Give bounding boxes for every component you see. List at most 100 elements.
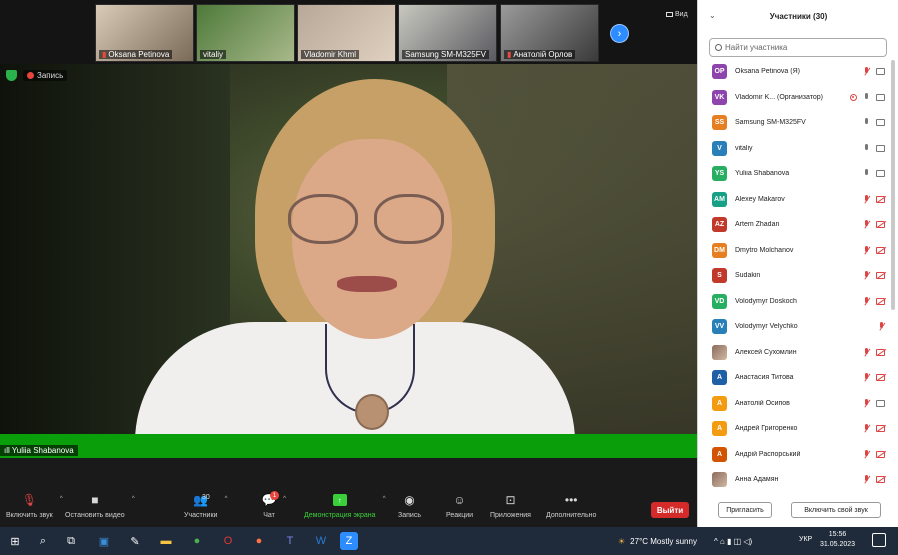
participant-row[interactable]: AZ Artem Zhadan — [698, 212, 898, 238]
participant-row[interactable]: VD Volodymyr Doskoch — [698, 289, 898, 315]
video-icon — [876, 144, 885, 152]
reactions-button[interactable]: ☺ Реакции — [446, 493, 473, 519]
stop-video-button[interactable]: ■ ^ Остановить видео — [65, 493, 135, 519]
video-off-icon — [876, 221, 885, 229]
apps-icon: ⊡ — [505, 493, 516, 507]
participant-row[interactable]: Алексей Сухомлин — [698, 340, 898, 366]
participants-button[interactable]: 👥 30 ^ Участники — [184, 493, 227, 519]
participant-status-icons — [863, 220, 885, 229]
thumbnail-4[interactable]: Samsung SM-M325FV — [398, 4, 497, 62]
mic-icon — [863, 143, 870, 153]
mic-muted-icon — [863, 424, 870, 433]
participant-row[interactable]: A Андрей Григоренко — [698, 416, 898, 442]
participant-row[interactable]: Анна Адамян — [698, 467, 898, 491]
panel-scrollbar[interactable] — [891, 60, 895, 310]
firefox-icon[interactable]: ● — [250, 532, 268, 550]
word-icon[interactable]: W — [312, 532, 330, 550]
search-icon[interactable]: ⌕ — [34, 532, 52, 550]
avatar: DM — [712, 242, 727, 258]
windows-taskbar: ⊞ ⌕ ⧉ ▣ ✎ ▬ ● O ● T W Z ☀ 27°C Mostly su… — [0, 527, 898, 555]
participants-panel: ⌄ Участники (30) Найти участника OP Oksan… — [697, 0, 898, 527]
folder-icon[interactable]: ▬ — [157, 532, 175, 550]
record-button[interactable]: ◉ Запись — [398, 493, 421, 519]
thumbnail-2[interactable]: vitaliy — [196, 4, 295, 62]
next-page-button[interactable]: › — [610, 24, 629, 43]
mic-muted-icon — [878, 322, 885, 331]
tray-icons[interactable]: ^ ⌂ ▮ ◫ ◁) — [714, 537, 752, 546]
leave-button[interactable]: Выйти — [651, 502, 689, 518]
chevron-up-icon[interactable]: ^ — [60, 496, 63, 502]
thumbnail-1[interactable]: ▮ Oksana Petinova — [95, 4, 194, 62]
panel-footer: Пригласить Включить свой звук — [698, 496, 898, 527]
speaker-name-label: ıll Yuliia Shabanova — [0, 445, 78, 456]
chevron-up-icon[interactable]: ^ — [225, 496, 228, 502]
active-speaker-video — [0, 64, 697, 434]
weather-label[interactable]: 27°C Mostly sunny — [630, 537, 697, 546]
clock[interactable]: 15:56 31.05.2023 — [820, 530, 855, 550]
chrome-icon[interactable]: ● — [188, 532, 206, 550]
participant-row[interactable]: YS Yuliia Shabanova — [698, 161, 898, 187]
avatar: A — [712, 421, 727, 437]
unmute-button[interactable]: 🎙 ^ Включить звук — [6, 493, 63, 519]
language-indicator[interactable]: УКР — [799, 536, 812, 543]
gallery-strip: ▮ Oksana Petinova vitaliy Vladomir Khml S… — [0, 0, 697, 64]
participant-status-icons — [863, 475, 885, 484]
chevron-up-icon[interactable]: ^ — [383, 496, 386, 502]
participant-status-icons — [863, 271, 885, 280]
store-icon[interactable]: ▣ — [95, 532, 113, 550]
avatar: OP — [712, 64, 727, 80]
paint-icon[interactable]: ✎ — [126, 532, 144, 550]
opera-icon[interactable]: O — [219, 532, 237, 550]
video-icon — [876, 170, 885, 178]
mic-icon — [863, 118, 870, 127]
participant-row[interactable]: VK Vladomir K... (Организатор) — [698, 85, 898, 111]
video-camera-icon: ■ — [91, 493, 99, 507]
thumbnail-3[interactable]: Vladomir Khml — [297, 4, 396, 62]
participant-status-icons — [863, 245, 885, 255]
task-view-icon[interactable]: ⧉ — [62, 532, 80, 550]
mic-muted-icon — [863, 220, 870, 229]
panel-header: ⌄ Участники (30) — [698, 0, 898, 34]
teams-icon[interactable]: T — [281, 532, 299, 550]
participant-search-input[interactable]: Найти участника — [709, 38, 887, 57]
meeting-status: Запись — [6, 70, 68, 81]
mic-muted-icon: 🎙 — [21, 493, 37, 507]
zoom-app-icon[interactable]: Z — [340, 532, 358, 550]
more-button[interactable]: ••• Дополнительно — [546, 493, 596, 519]
thumbnail-name: ▮ Анатолій Орлов — [504, 50, 576, 59]
participant-row[interactable]: VV Volodymyr Velychko — [698, 314, 898, 340]
recording-indicator: Запись — [23, 70, 68, 81]
invite-button[interactable]: Пригласить — [718, 502, 772, 518]
participant-row[interactable]: A Андрій Распорський — [698, 442, 898, 468]
chat-button[interactable]: 💬 1 ^ Чат — [262, 491, 286, 519]
chevron-up-icon[interactable]: ^ — [132, 496, 135, 502]
windows-start-icon[interactable]: ⊞ — [6, 532, 24, 550]
participant-row[interactable]: AM Alexey Makarov — [698, 187, 898, 213]
thumbnail-name: Vladomir Khml — [301, 50, 360, 59]
chevron-up-icon[interactable]: ^ — [283, 496, 286, 502]
participant-row[interactable]: A Анатолій Осипов — [698, 391, 898, 417]
panel-title: Участники (30) — [769, 12, 828, 21]
mic-muted-icon — [863, 475, 870, 484]
participant-row[interactable]: SS Samsung SM-M325FV — [698, 110, 898, 136]
participant-row[interactable]: Vvitaliy — [698, 136, 898, 162]
participant-row[interactable]: S Sudakin — [698, 263, 898, 289]
participant-row[interactable]: DM Dmytro Molchanov — [698, 238, 898, 264]
participant-row[interactable]: OP Oksana Petinova (Я) — [698, 59, 898, 85]
participant-status-icons — [863, 296, 885, 306]
shield-icon[interactable] — [6, 70, 17, 81]
share-screen-button[interactable]: ↑ ^ Демонстрация экрана — [304, 494, 386, 519]
share-screen-icon: ↑ — [332, 494, 347, 506]
unmute-self-button[interactable]: Включить свой звук — [791, 502, 881, 518]
chevron-right-icon: › — [617, 27, 622, 40]
video-icon — [876, 93, 885, 101]
participant-status-icons — [863, 373, 885, 382]
apps-button[interactable]: ⊡ Приложения — [490, 493, 531, 519]
view-button[interactable]: Вид — [666, 11, 688, 18]
thumbnail-name: Samsung SM-M325FV — [402, 50, 489, 59]
participant-status-icons — [863, 143, 885, 153]
thumbnail-5[interactable]: ▮ Анатолій Орлов — [500, 4, 599, 62]
notification-icon[interactable] — [872, 533, 886, 547]
participant-row[interactable]: A Анастасия Титова — [698, 365, 898, 391]
mic-muted-icon — [863, 296, 870, 306]
